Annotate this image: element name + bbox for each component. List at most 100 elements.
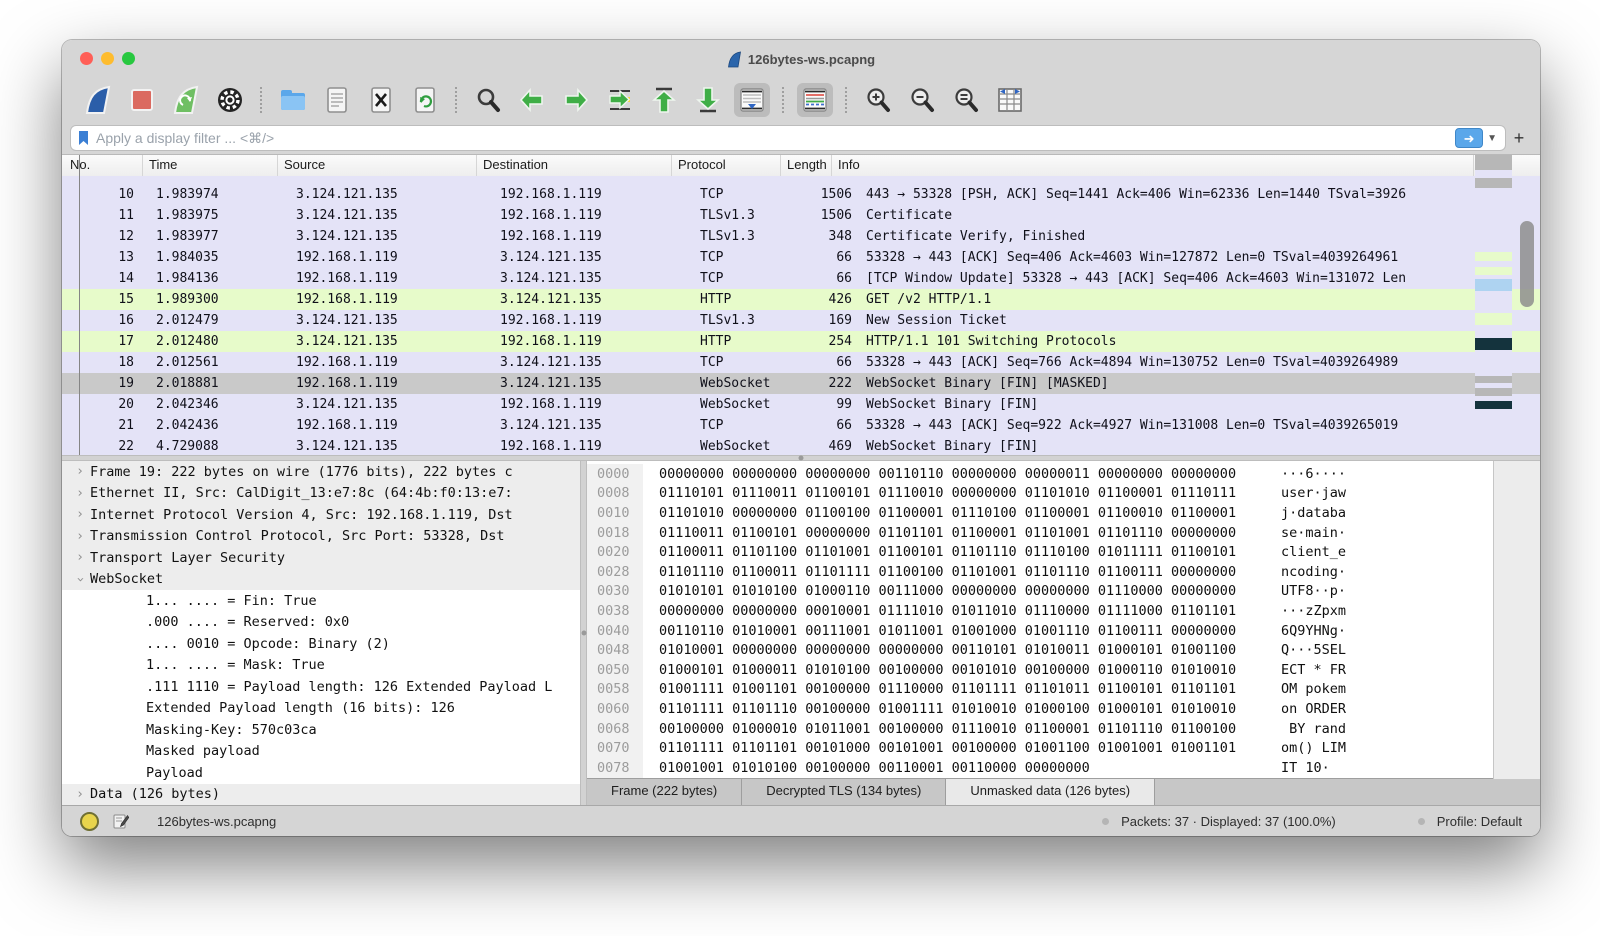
packet-row-21[interactable]: 212.042436192.168.1.1193.124.121.135TCP6… [62, 415, 1540, 436]
packet-row-12[interactable]: 121.9839773.124.121.135192.168.1.119TLSv… [62, 226, 1540, 247]
detail-row[interactable]: Extended Payload length (16 bits): 126 [62, 698, 580, 720]
bytes-row[interactable]: 003001010101 01010100 01000110 00111000 … [587, 582, 1540, 602]
open-file-button[interactable] [275, 83, 311, 117]
byte-ascii[interactable]: BY rand [1281, 721, 1346, 737]
bytes-row[interactable]: 006800100000 01000010 01011001 00100000 … [587, 719, 1540, 739]
detail-row[interactable]: .000 .... = Reserved: 0x0 [62, 612, 580, 634]
byte-ascii[interactable]: client_e [1281, 544, 1346, 560]
save-file-button[interactable] [319, 83, 355, 117]
byte-bits[interactable]: 00110110 01010001 00111001 01011001 0100… [659, 623, 1255, 639]
detail-row[interactable]: ›Frame 19: 222 bytes on wire (1776 bits)… [62, 461, 580, 483]
column-header-info[interactable]: Info [832, 155, 1474, 176]
detail-row[interactable]: ›Internet Protocol Version 4, Src: 192.1… [62, 504, 580, 526]
byte-ascii[interactable]: on ORDER [1281, 701, 1346, 717]
chevron-collapsed-icon[interactable]: › [70, 529, 90, 544]
byte-bits[interactable]: 01001001 01010100 00100000 00110001 0011… [659, 760, 1255, 776]
bytes-row[interactable]: 005001000101 01000011 01010100 00100000 … [587, 660, 1540, 680]
byte-ascii[interactable]: ···zZpxm [1281, 603, 1346, 619]
byte-bits[interactable]: 01101010 00000000 01100100 01100001 0111… [659, 505, 1255, 521]
detail-row[interactable]: 1... .... = Fin: True [62, 590, 580, 612]
close-file-button[interactable] [363, 83, 399, 117]
packet-row-partial[interactable] [62, 176, 1540, 184]
column-header-length[interactable]: Length [781, 155, 832, 176]
chevron-expanded-icon[interactable]: › [73, 569, 88, 589]
detail-row[interactable]: .... 0010 = Opcode: Binary (2) [62, 633, 580, 655]
packet-row-15[interactable]: 151.989300192.168.1.1193.124.121.135HTTP… [62, 289, 1540, 310]
packet-row-18[interactable]: 182.012561192.168.1.1193.124.121.135TCP6… [62, 352, 1540, 373]
detail-row[interactable]: Masking-Key: 570c03ca [62, 719, 580, 741]
bytes-tab-frame[interactable]: Frame (222 bytes) [587, 779, 742, 805]
byte-bits[interactable]: 01010101 01010100 01000110 00111000 0000… [659, 583, 1255, 599]
packet-row-22[interactable]: 224.7290883.124.121.135192.168.1.119WebS… [62, 436, 1540, 455]
add-filter-button[interactable]: + [1506, 128, 1532, 149]
packet-row-14[interactable]: 141.984136192.168.1.1193.124.121.135TCP6… [62, 268, 1540, 289]
bytes-row[interactable]: 006001101111 01101110 00100000 01001111 … [587, 699, 1540, 719]
byte-bits[interactable]: 01001111 01001101 00100000 01110000 0110… [659, 681, 1255, 697]
zoom-in-button[interactable] [860, 83, 896, 117]
column-header-protocol[interactable]: Protocol [672, 155, 781, 176]
detail-row[interactable]: ›Ethernet II, Src: CalDigit_13:e7:8c (64… [62, 483, 580, 505]
expert-info-icon[interactable] [80, 812, 99, 831]
packet-row-17[interactable]: 172.0124803.124.121.135192.168.1.119HTTP… [62, 331, 1540, 352]
bytes-row[interactable]: 005801001111 01001101 00100000 01110000 … [587, 680, 1540, 700]
packet-row-10[interactable]: 101.9839743.124.121.135192.168.1.119TCP1… [62, 184, 1540, 205]
byte-bits[interactable]: 01010001 00000000 00000000 00000000 0011… [659, 642, 1255, 658]
byte-bits[interactable]: 01110101 01110011 01100101 01110010 0000… [659, 485, 1255, 501]
last-packet-button[interactable] [690, 83, 726, 117]
detail-row[interactable]: ›Transmission Control Protocol, Src Port… [62, 526, 580, 548]
zoom-out-button[interactable] [904, 83, 940, 117]
capture-options-button[interactable] [212, 83, 248, 117]
column-header-time[interactable]: Time [143, 155, 278, 176]
restart-capture-button[interactable] [168, 83, 204, 117]
byte-ascii[interactable]: IT 10· [1281, 760, 1330, 776]
filter-bookmark-icon[interactable] [77, 130, 90, 146]
chevron-collapsed-icon[interactable]: › [70, 486, 90, 501]
bytes-row[interactable]: 000000000000 00000000 00000000 00110110 … [587, 464, 1540, 484]
byte-bits[interactable]: 01000101 01000011 01010100 00100000 0010… [659, 662, 1255, 678]
stop-capture-button[interactable] [124, 83, 160, 117]
byte-ascii[interactable]: ···6···· [1281, 466, 1346, 482]
byte-ascii[interactable]: ncoding· [1281, 564, 1346, 580]
packet-row-11[interactable]: 111.9839753.124.121.135192.168.1.119TLSv… [62, 205, 1540, 226]
byte-ascii[interactable]: 6Q9YHNg· [1281, 623, 1346, 639]
bytes-row[interactable]: 003800000000 00000000 00010001 01111010 … [587, 601, 1540, 621]
byte-ascii[interactable]: OM pokem [1281, 681, 1346, 697]
byte-ascii[interactable]: user·jaw [1281, 485, 1346, 501]
reload-file-button[interactable] [407, 83, 443, 117]
chevron-collapsed-icon[interactable]: › [70, 507, 90, 522]
byte-bits[interactable]: 01100011 01101100 01101001 01100101 0110… [659, 544, 1255, 560]
capture-comment-icon[interactable] [113, 813, 129, 829]
byte-ascii[interactable]: ECT * FR [1281, 662, 1346, 678]
chevron-collapsed-icon[interactable]: › [70, 787, 90, 802]
packet-row-16[interactable]: 162.0124793.124.121.135192.168.1.119TLSv… [62, 310, 1540, 331]
next-packet-button[interactable] [558, 83, 594, 117]
bytes-tab-unmasked[interactable]: Unmasked data (126 bytes) [946, 779, 1155, 805]
bytes-row[interactable]: 004801010001 00000000 00000000 00000000 … [587, 640, 1540, 660]
colorize-toggle[interactable] [797, 83, 833, 117]
byte-ascii[interactable]: UTF8··p· [1281, 583, 1346, 599]
bytes-tab-decrypted[interactable]: Decrypted TLS (134 bytes) [742, 779, 946, 805]
bytes-row[interactable]: 002801101110 01100011 01101111 01100100 … [587, 562, 1540, 582]
apply-filter-button[interactable]: ➜ [1455, 128, 1483, 148]
packet-row-13[interactable]: 131.984035192.168.1.1193.124.121.135TCP6… [62, 247, 1540, 268]
packet-list-scrollbar-thumb[interactable] [1520, 221, 1534, 307]
byte-bits[interactable]: 01101110 01100011 01101111 01100100 0110… [659, 564, 1255, 580]
profile-label[interactable]: Profile: Default [1437, 814, 1522, 829]
byte-ascii[interactable]: om() LIM [1281, 740, 1346, 756]
detail-row[interactable]: Masked payload [62, 741, 580, 763]
display-filter-input[interactable]: Apply a display filter ... <⌘/> ➜ ▼ [70, 125, 1506, 151]
filter-dropdown-arrow[interactable]: ▼ [1483, 133, 1501, 144]
zoom-reset-button[interactable] [948, 83, 984, 117]
resize-columns-button[interactable] [992, 83, 1028, 117]
detail-row[interactable]: ›Transport Layer Security [62, 547, 580, 569]
chevron-collapsed-icon[interactable]: › [70, 550, 90, 565]
byte-ascii[interactable]: j·databa [1281, 505, 1346, 521]
packet-row-19[interactable]: 192.018881192.168.1.1193.124.121.135WebS… [62, 373, 1540, 394]
detail-row[interactable]: ›Data (126 bytes) [62, 784, 580, 806]
bytes-row[interactable]: 004000110110 01010001 00111001 01011001 … [587, 621, 1540, 641]
byte-bits[interactable]: 01101111 01101101 00101000 00101001 0010… [659, 740, 1255, 756]
bytes-row[interactable]: 001001101010 00000000 01100100 01100001 … [587, 503, 1540, 523]
byte-bits[interactable]: 01110011 01100101 00000000 01101101 0110… [659, 525, 1255, 541]
detail-row[interactable]: .111 1110 = Payload length: 126 Extended… [62, 676, 580, 698]
detail-row[interactable]: Payload [62, 762, 580, 784]
